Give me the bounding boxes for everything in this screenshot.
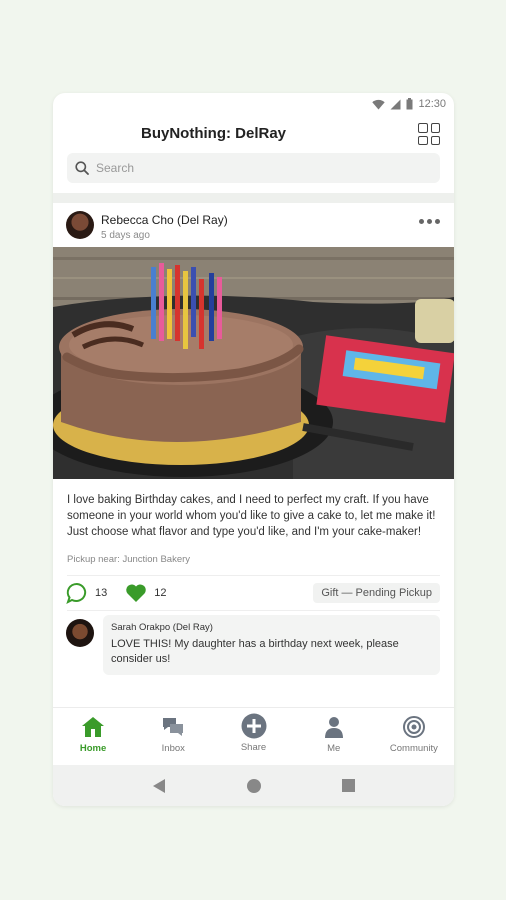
inbox-icon bbox=[163, 718, 184, 736]
comment-bubble: Sarah Orakpo (Del Ray) LOVE THIS! My dau… bbox=[103, 615, 440, 675]
pickup-location: Pickup near: Junction Bakery bbox=[67, 554, 191, 565]
post-time: 5 days ago bbox=[101, 230, 150, 241]
nav-label-inbox: Inbox bbox=[161, 743, 185, 754]
nav-me[interactable]: Me bbox=[294, 708, 374, 765]
wifi-icon bbox=[372, 99, 386, 109]
search-input[interactable] bbox=[96, 161, 396, 175]
feed-divider bbox=[53, 193, 454, 203]
nav-share[interactable]: Share bbox=[213, 708, 293, 765]
app-window: 12:30 BuyNothing: DelRay Rebecca Cho (De… bbox=[53, 93, 454, 806]
back-icon[interactable] bbox=[151, 778, 167, 794]
cake-image bbox=[53, 247, 454, 479]
comment-icon bbox=[66, 582, 87, 604]
nav-inbox[interactable]: Inbox bbox=[133, 708, 213, 765]
recents-icon[interactable] bbox=[341, 778, 356, 793]
search-bar[interactable] bbox=[67, 153, 440, 183]
nav-label-home: Home bbox=[79, 743, 107, 754]
post-photo[interactable] bbox=[53, 247, 454, 479]
comment-button[interactable]: 13 bbox=[66, 582, 107, 604]
nav-home[interactable]: Home bbox=[53, 708, 133, 765]
comment-author[interactable]: Sarah Orakpo (Del Ray) bbox=[111, 622, 432, 633]
post-header: Rebecca Cho (Del Ray) 5 days ago bbox=[53, 203, 454, 247]
nav-label-me: Me bbox=[327, 743, 341, 754]
nav-label-community: Community bbox=[389, 743, 438, 754]
plus-circle-icon bbox=[241, 713, 266, 739]
like-button[interactable]: 12 bbox=[125, 583, 167, 603]
post-author[interactable]: Rebecca Cho (Del Ray) bbox=[101, 213, 228, 227]
person-icon bbox=[324, 717, 343, 738]
more-options-icon[interactable] bbox=[419, 219, 440, 224]
search-icon bbox=[75, 161, 89, 175]
status-time: 12:30 bbox=[418, 98, 446, 110]
author-avatar[interactable] bbox=[66, 211, 94, 239]
like-count: 12 bbox=[154, 587, 167, 599]
page-title: BuyNothing: DelRay bbox=[141, 125, 287, 142]
heart-icon bbox=[126, 584, 147, 602]
community-icon bbox=[402, 716, 425, 738]
divider bbox=[67, 610, 440, 611]
post-body: I love baking Birthday cakes, and I need… bbox=[67, 494, 436, 538]
bottom-nav: Home Inbox Share Me Community bbox=[53, 707, 454, 765]
commenter-avatar[interactable] bbox=[66, 619, 94, 647]
comment-item: Sarah Orakpo (Del Ray) LOVE THIS! My dau… bbox=[53, 615, 454, 675]
app-header: BuyNothing: DelRay bbox=[53, 115, 454, 153]
status-bar: 12:30 bbox=[53, 93, 454, 115]
signal-icon bbox=[390, 99, 401, 109]
status-badge: Gift — Pending Pickup bbox=[313, 583, 440, 603]
system-nav-bar bbox=[53, 765, 454, 806]
home-circle-icon[interactable] bbox=[246, 778, 262, 794]
nav-community[interactable]: Community bbox=[374, 708, 454, 765]
grid-icon[interactable] bbox=[418, 123, 440, 145]
battery-icon bbox=[406, 98, 413, 110]
comment-text: LOVE THIS! My daughter has a birthday ne… bbox=[111, 638, 399, 665]
post-actions: 13 12 Gift — Pending Pickup bbox=[53, 576, 454, 610]
nav-label-share: Share bbox=[240, 742, 267, 753]
comment-count: 13 bbox=[95, 587, 108, 599]
home-icon bbox=[82, 717, 105, 737]
